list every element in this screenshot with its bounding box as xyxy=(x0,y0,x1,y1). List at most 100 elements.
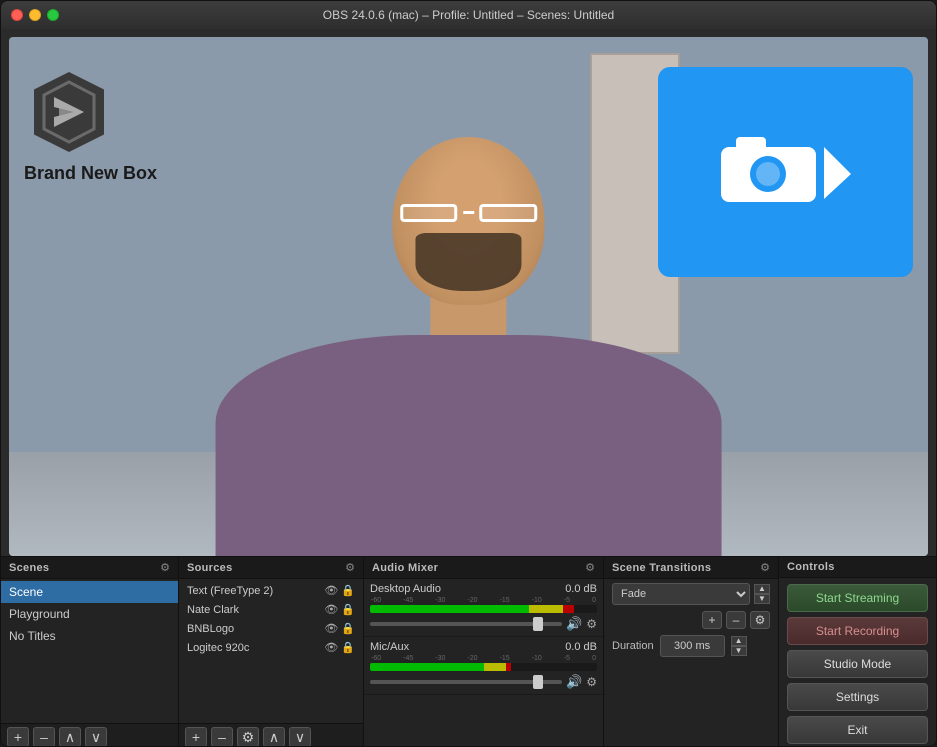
audio-config-icon[interactable]: ⚙ xyxy=(585,561,595,574)
scenes-moveup-button[interactable]: ∧ xyxy=(59,727,81,747)
audio-mic-fader[interactable] xyxy=(370,680,562,684)
transition-remove-button[interactable]: – xyxy=(726,611,746,629)
scenes-toolbar: + – ∧ ∨ xyxy=(1,723,178,747)
close-button[interactable] xyxy=(11,9,23,21)
source-nateclark-icons: 👁 🔒 xyxy=(324,603,355,616)
settings-button[interactable]: Settings xyxy=(787,683,928,711)
transition-spin-up[interactable]: ▲ xyxy=(754,584,770,594)
controls-header: Controls xyxy=(779,557,936,578)
source-lock-icon-3[interactable]: 🔒 xyxy=(341,622,355,635)
source-eye-icon[interactable]: 👁 xyxy=(324,584,338,597)
audio-mic-name: Mic/Aux xyxy=(370,641,409,653)
source-eye-icon-3[interactable]: 👁 xyxy=(324,622,338,635)
duration-input[interactable] xyxy=(660,635,725,657)
audio-desktop-meter-ticks: -60 -45 -30 -20 -15 -10 -5 0 xyxy=(370,597,597,604)
transitions-title: Scene Transitions xyxy=(612,562,711,574)
sources-toolbar: + – ⚙ ∧ ∨ xyxy=(179,723,363,747)
sources-section: Sources ⚙ Text (FreeType 2) 👁 🔒 Nate Cla… xyxy=(179,557,364,747)
scenes-list: Scene Playground No Titles xyxy=(1,579,178,723)
source-item-logitec[interactable]: Logitec 920c 👁 🔒 xyxy=(179,638,363,657)
titlebar: OBS 24.0.6 (mac) – Profile: Untitled – S… xyxy=(1,1,936,29)
source-logitec-name: Logitec 920c xyxy=(187,642,324,654)
sources-movedown-button[interactable]: ∨ xyxy=(289,727,311,747)
source-lock-icon[interactable]: 🔒 xyxy=(341,584,355,597)
sources-header: Sources ⚙ xyxy=(179,557,363,579)
start-streaming-button[interactable]: Start Streaming xyxy=(787,584,928,612)
audio-channel-desktop: Desktop Audio 0.0 dB -60 -45 -30 -20 -15… xyxy=(364,579,603,637)
audio-mic-settings-icon[interactable]: ⚙ xyxy=(586,675,597,689)
audio-mic-db: 0.0 dB xyxy=(565,641,597,653)
exit-button[interactable]: Exit xyxy=(787,716,928,744)
person-beard xyxy=(415,233,521,292)
sources-settings-button[interactable]: ⚙ xyxy=(237,727,259,747)
audio-desktop-fader-thumb[interactable] xyxy=(533,617,543,631)
scene-item-notitles[interactable]: No Titles xyxy=(1,625,178,647)
sources-add-button[interactable]: + xyxy=(185,727,207,747)
transition-spinner: ▲ ▼ xyxy=(754,584,770,604)
zoom-camera-icon xyxy=(716,127,856,217)
traffic-lights xyxy=(11,9,59,21)
source-freetype-name: Text (FreeType 2) xyxy=(187,585,324,597)
scenes-remove-button[interactable]: – xyxy=(33,727,55,747)
audio-desktop-fader[interactable] xyxy=(370,622,562,626)
control-buttons: Start Streaming Start Recording Studio M… xyxy=(779,578,936,747)
controls-title: Controls xyxy=(787,561,835,573)
transition-add-row: + – ⚙ xyxy=(604,609,778,631)
preview-content: Brand New Box xyxy=(9,37,928,556)
audio-desktop-settings-icon[interactable]: ⚙ xyxy=(586,617,597,631)
person-body xyxy=(216,115,721,556)
scenes-add-button[interactable]: + xyxy=(7,727,29,747)
audio-title: Audio Mixer xyxy=(372,562,438,574)
duration-spin-down[interactable]: ▼ xyxy=(731,646,747,656)
bnb-hex-logo xyxy=(24,67,114,157)
audio-desktop-db: 0.0 dB xyxy=(565,583,597,595)
duration-label: Duration xyxy=(612,640,654,652)
scene-item-scene[interactable]: Scene xyxy=(1,581,178,603)
audio-mic-mute-icon[interactable]: 🔊 xyxy=(566,674,582,690)
audio-desktop-header: Desktop Audio 0.0 dB xyxy=(370,583,597,595)
source-eye-icon-2[interactable]: 👁 xyxy=(324,603,338,616)
audio-section: Audio Mixer ⚙ Desktop Audio 0.0 dB -60 -… xyxy=(364,557,604,747)
source-item-freetype[interactable]: Text (FreeType 2) 👁 🔒 xyxy=(179,581,363,600)
source-item-nateclark[interactable]: Nate Clark 👁 🔒 xyxy=(179,600,363,619)
source-bnblogo-icons: 👁 🔒 xyxy=(324,622,355,635)
source-logitec-icons: 👁 🔒 xyxy=(324,641,355,654)
person-shirt xyxy=(216,335,721,556)
sources-moveup-button[interactable]: ∧ xyxy=(263,727,285,747)
sources-remove-button[interactable]: – xyxy=(211,727,233,747)
audio-desktop-fader-row: 🔊 ⚙ xyxy=(370,616,597,632)
maximize-button[interactable] xyxy=(47,9,59,21)
audio-desktop-name: Desktop Audio xyxy=(370,583,441,595)
person-head xyxy=(393,137,545,305)
transition-add-button[interactable]: + xyxy=(702,611,722,629)
panel-sections: Scenes ⚙ Scene Playground No Titles + – … xyxy=(1,556,936,747)
bnb-brand-text: Brand New Box xyxy=(24,163,157,184)
audio-mic-meter-ticks: -60 -45 -30 -20 -15 -10 -5 0 xyxy=(370,655,597,662)
audio-mic-fader-thumb[interactable] xyxy=(533,675,543,689)
source-lock-icon-4[interactable]: 🔒 xyxy=(341,641,355,654)
source-lock-icon-2[interactable]: 🔒 xyxy=(341,603,355,616)
transition-select[interactable]: Fade xyxy=(612,583,750,605)
transitions-config-icon[interactable]: ⚙ xyxy=(760,561,770,574)
audio-desktop-meter xyxy=(370,605,597,613)
glasses-lens-right xyxy=(479,204,536,222)
glasses-bridge xyxy=(463,211,474,214)
transition-config-button[interactable]: ⚙ xyxy=(750,611,770,629)
sources-config-icon[interactable]: ⚙ xyxy=(345,561,355,574)
scenes-movedown-button[interactable]: ∨ xyxy=(85,727,107,747)
transition-spin-down[interactable]: ▼ xyxy=(754,594,770,604)
scenes-header: Scenes ⚙ xyxy=(1,557,178,579)
source-item-bnblogo[interactable]: BNBLogo 👁 🔒 xyxy=(179,619,363,638)
audio-desktop-mute-icon[interactable]: 🔊 xyxy=(566,616,582,632)
source-eye-icon-4[interactable]: 👁 xyxy=(324,641,338,654)
start-recording-button[interactable]: Start Recording xyxy=(787,617,928,645)
duration-spin-up[interactable]: ▲ xyxy=(731,636,747,646)
scenes-config-icon[interactable]: ⚙ xyxy=(160,561,170,574)
scene-item-playground[interactable]: Playground xyxy=(1,603,178,625)
minimize-button[interactable] xyxy=(29,9,41,21)
controls-section: Controls Start Streaming Start Recording… xyxy=(779,557,936,747)
preview-area: Brand New Box xyxy=(9,37,928,556)
sources-title: Sources xyxy=(187,562,233,574)
transitions-section: Scene Transitions ⚙ Fade ▲ ▼ + – ⚙ xyxy=(604,557,779,747)
studio-mode-button[interactable]: Studio Mode xyxy=(787,650,928,678)
